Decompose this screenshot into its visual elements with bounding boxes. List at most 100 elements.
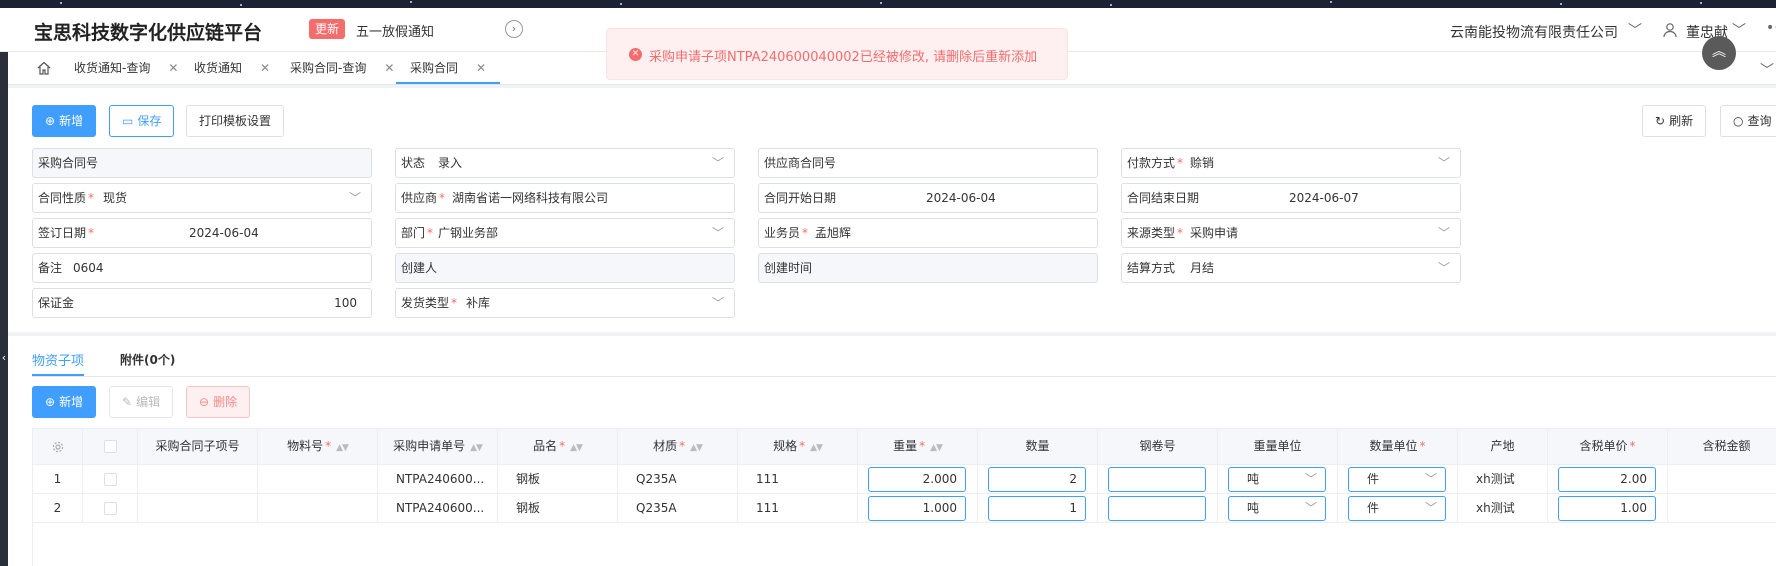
cell-material-no bbox=[258, 494, 378, 523]
price-input[interactable]: 2.00 bbox=[1558, 467, 1656, 492]
delivery-type-select[interactable]: 发货类型 * 补库 ﹀ bbox=[395, 288, 735, 318]
payment-method-select[interactable]: 付款方式 * 赊销 ﹀ bbox=[1121, 148, 1461, 178]
contract-form-panel: ⊕ 新增 ▭ 保存 打印模板设置 ↻ 刷新 ○ 查询 采购合同号 状态 录入 ﹀ 供应商合同… bbox=[8, 88, 1776, 332]
close-icon[interactable]: ✕ bbox=[168, 61, 178, 75]
update-badge[interactable]: 更新 bbox=[309, 19, 346, 39]
sort-icon[interactable]: ▲▼ bbox=[690, 443, 703, 453]
row-checkbox[interactable] bbox=[103, 502, 117, 515]
cell-name: 钢板 bbox=[498, 465, 618, 494]
tab-attachments[interactable]: 附件(0个) bbox=[120, 351, 175, 368]
more-icon[interactable]: •· bbox=[1766, 20, 1776, 36]
gear-icon[interactable] bbox=[52, 441, 64, 453]
close-icon[interactable]: ✕ bbox=[260, 61, 270, 75]
row-checkbox[interactable] bbox=[103, 473, 117, 486]
department-select[interactable]: 部门 * 广钢业务部 ﹀ bbox=[395, 218, 735, 248]
contract-no-field[interactable]: 采购合同号 bbox=[32, 148, 372, 178]
refresh-button[interactable]: ↻ 刷新 bbox=[1642, 105, 1707, 137]
supplier-field[interactable]: 供应商 * 湖南省诺一网络科技有限公司 bbox=[395, 183, 735, 213]
row-select-cell[interactable] bbox=[83, 494, 138, 523]
detail-edit-button[interactable]: ✎ 编辑 bbox=[109, 386, 174, 418]
coil-no-input[interactable] bbox=[1108, 467, 1206, 492]
qty-input[interactable]: 2 bbox=[988, 467, 1086, 492]
detail-panel: 物资子项 附件(0个) ⊕ 新增 ✎ 编辑 ⊖ 删除 采购合同子项号 物料号 * ▲▼ 采… bbox=[8, 336, 1776, 566]
start-date-field[interactable]: 合同开始日期 2024-06-04 bbox=[758, 183, 1098, 213]
company-selector[interactable]: 云南能投物流有限责任公司 bbox=[1450, 22, 1618, 42]
chevron-down-icon: ﹀ bbox=[1437, 261, 1450, 275]
qty-unit-select[interactable]: 件 ﹀ bbox=[1348, 496, 1446, 521]
deposit-field[interactable]: 保证金 100 bbox=[32, 288, 372, 318]
qty-input[interactable]: 1 bbox=[988, 496, 1086, 521]
end-date-field[interactable]: 合同结束日期 2024-06-07 bbox=[1121, 183, 1461, 213]
sort-icon[interactable]: ▲▼ bbox=[336, 443, 349, 453]
status-select[interactable]: 状态 录入 ﹀ bbox=[395, 148, 735, 178]
weight-input[interactable]: 2.000 bbox=[868, 467, 966, 492]
sign-date-field[interactable]: 签订日期 * 2024-06-04 bbox=[32, 218, 372, 248]
salesman-field[interactable]: 业务员 * 孟旭辉 bbox=[758, 218, 1098, 248]
home-icon[interactable] bbox=[36, 60, 52, 76]
sort-icon[interactable]: ▲▼ bbox=[930, 443, 943, 453]
detail-add-button[interactable]: ⊕ 新增 bbox=[32, 386, 97, 418]
weight-unit-select[interactable]: 吨 ﹀ bbox=[1228, 467, 1326, 492]
sidebar-toggle-icon[interactable]: ‹ bbox=[0, 348, 8, 368]
weight-input[interactable]: 1.000 bbox=[868, 496, 966, 521]
cell-origin: xh测试 bbox=[1458, 465, 1548, 494]
source-type-select[interactable]: 来源类型 * 采购申请 ﹀ bbox=[1121, 218, 1461, 248]
detail-delete-button[interactable]: ⊖ 删除 bbox=[186, 386, 251, 418]
material-items-table: 采购合同子项号 物料号 * ▲▼ 采购申请单号 ▲▼ 品名 * ▲▼ 材质 * ▲▼ 规格 * ▲… bbox=[32, 428, 1776, 566]
qty-unit-select[interactable]: 件 ﹀ bbox=[1348, 467, 1446, 492]
brand-title: 宝思科技数字化供应链平台 bbox=[34, 22, 263, 44]
chevron-down-icon[interactable]: ﹀ bbox=[1732, 20, 1746, 40]
coil-no-input[interactable] bbox=[1108, 496, 1206, 521]
cell-price: 2.00 bbox=[1548, 465, 1668, 494]
col-weight[interactable]: 重量 * ▲▼ bbox=[858, 429, 978, 465]
select-all-cell[interactable] bbox=[83, 429, 138, 465]
col-price: 含税单价 * bbox=[1548, 429, 1668, 465]
notice-text[interactable]: 五一放假通知 bbox=[356, 21, 434, 40]
contract-nature-select[interactable]: 合同性质 * 现货 ﹀ bbox=[32, 183, 372, 213]
chevron-down-icon[interactable]: ﹀ bbox=[1628, 20, 1642, 40]
collapse-up-icon[interactable]: ︽ bbox=[1702, 36, 1736, 70]
print-template-button[interactable]: 打印模板设置 bbox=[186, 105, 285, 137]
close-icon[interactable]: ✕ bbox=[476, 61, 486, 75]
tab-material-items[interactable]: 物资子项 bbox=[32, 350, 84, 369]
tab-receipt-query[interactable]: 收货通知-查询 ✕ bbox=[74, 52, 178, 84]
price-input[interactable]: 1.00 bbox=[1558, 496, 1656, 521]
settlement-select[interactable]: 结算方式 月结 ﹀ bbox=[1121, 253, 1461, 283]
plus-circle-icon: ⊕ bbox=[45, 114, 56, 128]
cell-qty-unit: 件 ﹀ bbox=[1338, 494, 1458, 523]
user-icon[interactable] bbox=[1662, 22, 1678, 38]
tab-contract-query[interactable]: 采购合同-查询 ✕ bbox=[290, 52, 394, 84]
cell-amount: 1 bbox=[1668, 494, 1776, 523]
add-button[interactable]: ⊕ 新增 bbox=[32, 105, 97, 137]
cell-texture: Q235A bbox=[618, 465, 738, 494]
chevron-right-icon[interactable]: › bbox=[505, 20, 523, 38]
sort-icon[interactable]: ▲▼ bbox=[470, 443, 483, 453]
cell-spec: 111 bbox=[738, 465, 858, 494]
remark-field[interactable]: 备注 0604 bbox=[32, 253, 372, 283]
top-decor-strip bbox=[0, 0, 1776, 8]
save-button[interactable]: ▭ 保存 bbox=[109, 105, 175, 137]
cell-origin: xh测试 bbox=[1458, 494, 1548, 523]
supplier-contract-no-field[interactable]: 供应商合同号 bbox=[758, 148, 1098, 178]
close-icon[interactable]: ✕ bbox=[384, 61, 394, 75]
col-sub-no: 采购合同子项号 bbox=[138, 429, 258, 465]
weight-unit-select[interactable]: 吨 ﹀ bbox=[1228, 496, 1326, 521]
column-settings[interactable] bbox=[33, 429, 83, 465]
sort-icon[interactable]: ▲▼ bbox=[570, 443, 583, 453]
edit-icon: ✎ bbox=[122, 395, 133, 409]
sort-icon[interactable]: ▲▼ bbox=[810, 443, 823, 453]
col-material-no[interactable]: 物料号 * ▲▼ bbox=[258, 429, 378, 465]
col-apply-no[interactable]: 采购申请单号 ▲▼ bbox=[378, 429, 498, 465]
sidebar-edge bbox=[0, 52, 8, 566]
col-texture[interactable]: 材质 * ▲▼ bbox=[618, 429, 738, 465]
col-spec[interactable]: 规格 * ▲▼ bbox=[738, 429, 858, 465]
tab-contract[interactable]: 采购合同 ✕ bbox=[396, 52, 501, 84]
row-select-cell[interactable] bbox=[83, 465, 138, 494]
query-button[interactable]: ○ 查询 bbox=[1720, 105, 1776, 137]
active-tab-indicator bbox=[32, 374, 84, 376]
cell-qty: 2 bbox=[978, 465, 1098, 494]
select-all-checkbox[interactable] bbox=[103, 440, 117, 453]
tab-receipt[interactable]: 收货通知 ✕ bbox=[194, 52, 270, 84]
chevron-down-icon[interactable]: ﹀ bbox=[1760, 60, 1774, 80]
col-name[interactable]: 品名 * ▲▼ bbox=[498, 429, 618, 465]
